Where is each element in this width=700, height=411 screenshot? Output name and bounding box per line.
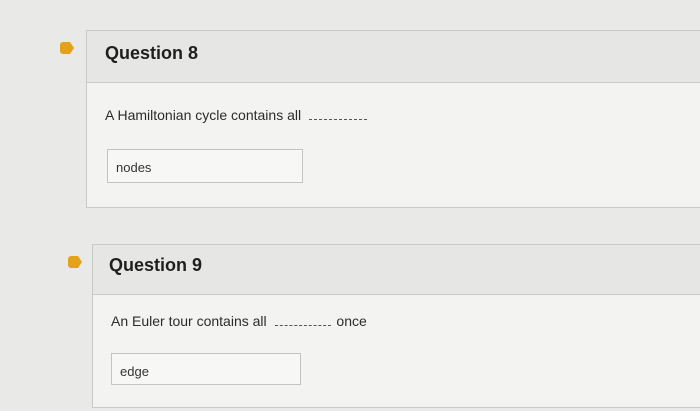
question-9-title: Question 9 — [109, 255, 203, 275]
question-9-blank — [274, 325, 331, 326]
question-8-prompt: A Hamiltonian cycle contains all — [105, 107, 367, 123]
question-9-prompt-suffix: once — [336, 313, 367, 329]
question-8-answer-field[interactable]: nodes — [107, 149, 303, 183]
question-9-header: Question 9 — [93, 245, 700, 295]
question-9-answer-field[interactable]: edge — [111, 353, 301, 385]
question-8-card: Question 8 A Hamiltonian cycle contains … — [86, 30, 700, 208]
question-8-answer-value: nodes — [116, 160, 152, 175]
question-8-flag-icon[interactable] — [60, 42, 74, 54]
question-9-prompt: An Euler tour contains all once — [111, 313, 367, 329]
question-8-title: Question 8 — [105, 43, 199, 63]
question-8-prompt-text: A Hamiltonian cycle contains all — [105, 107, 302, 123]
question-9-card: Question 9 An Euler tour contains all on… — [92, 244, 700, 408]
question-8-blank — [309, 119, 367, 120]
question-9-answer-value: edge — [120, 364, 149, 379]
question-9-flag-icon[interactable] — [68, 256, 82, 268]
question-9-prompt-text: An Euler tour contains all — [111, 313, 267, 329]
question-8-header: Question 8 — [87, 31, 700, 83]
